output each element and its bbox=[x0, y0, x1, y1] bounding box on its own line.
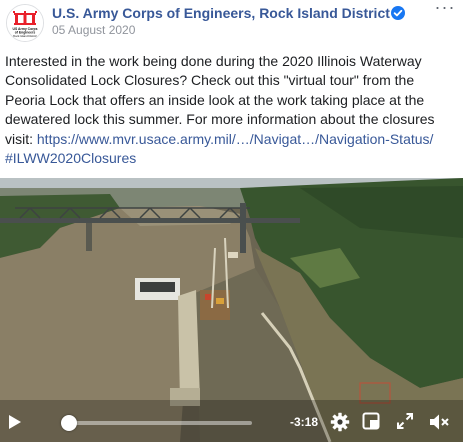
video-controls: -3:18 bbox=[0, 402, 463, 442]
more-options-button[interactable]: ··· bbox=[432, 0, 458, 18]
post-header: US Army Corps of Engineers Rock Island D… bbox=[0, 0, 463, 44]
gear-icon[interactable] bbox=[330, 412, 350, 432]
usace-logo-icon: US Army Corps of Engineers Rock Island D… bbox=[7, 5, 43, 41]
picture-in-picture-icon[interactable] bbox=[362, 412, 380, 430]
page-name-link[interactable]: U.S. Army Corps of Engineers, Rock Islan… bbox=[52, 5, 390, 21]
play-icon[interactable] bbox=[8, 414, 22, 430]
svg-text:Rock Island District: Rock Island District bbox=[13, 34, 37, 38]
closure-info-link[interactable]: https://www.mvr.usace.army.mil/…/Navigat… bbox=[37, 131, 434, 147]
page-avatar[interactable]: US Army Corps of Engineers Rock Island D… bbox=[6, 4, 44, 42]
scrubber-handle[interactable] bbox=[61, 415, 77, 431]
video-player[interactable]: -3:18 bbox=[0, 178, 463, 442]
progress-bar[interactable] bbox=[62, 421, 252, 425]
fullscreen-icon[interactable] bbox=[396, 412, 414, 430]
verified-badge-icon bbox=[391, 6, 405, 20]
volume-muted-icon[interactable] bbox=[428, 411, 450, 433]
hashtag-link[interactable]: #ILWW2020Closures bbox=[5, 150, 136, 166]
time-remaining: -3:18 bbox=[290, 415, 319, 429]
post-timestamp[interactable]: 05 August 2020 bbox=[52, 23, 135, 37]
post-body: Interested in the work being done during… bbox=[5, 52, 455, 168]
